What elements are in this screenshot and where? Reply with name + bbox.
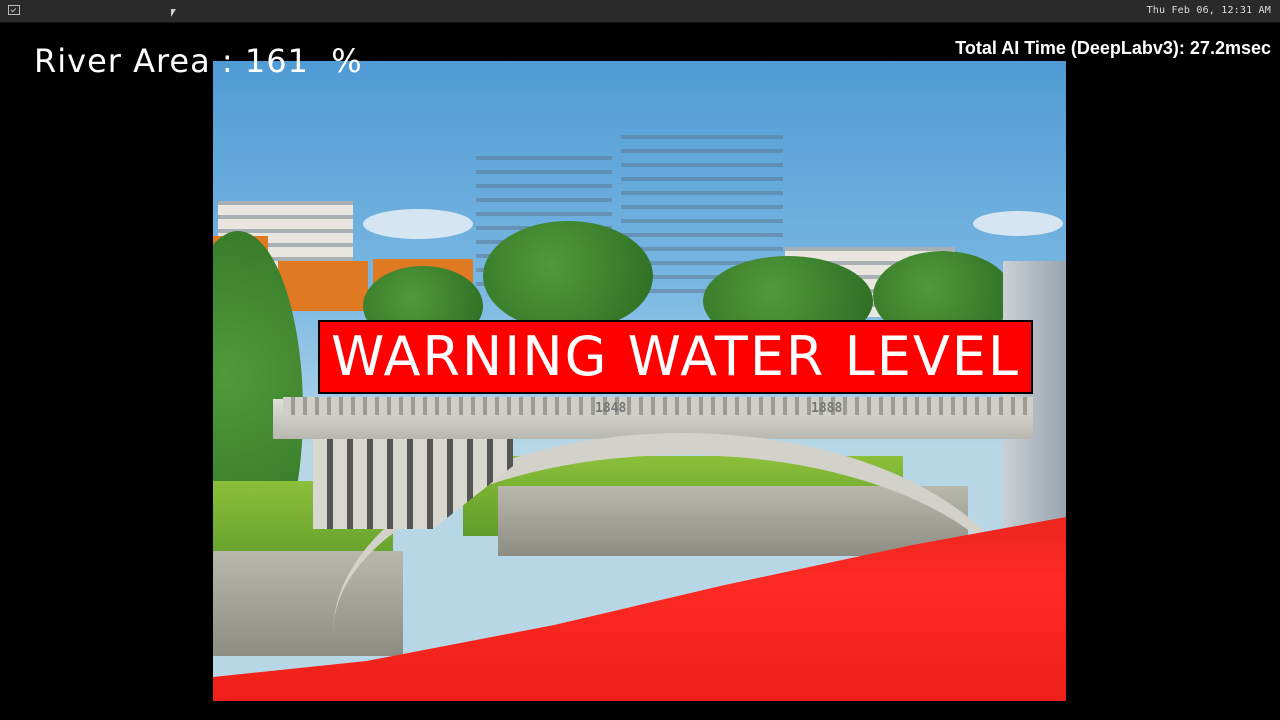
bridge-year: 1848 bbox=[595, 401, 627, 416]
top-panel: Thu Feb 06, 12:31 AM bbox=[0, 0, 1280, 23]
cloud bbox=[363, 209, 473, 239]
cursor-icon bbox=[171, 9, 176, 17]
roof bbox=[278, 261, 368, 311]
river-area-readout: River Area : 161 % bbox=[34, 42, 363, 80]
clock[interactable]: Thu Feb 06, 12:31 AM bbox=[1147, 5, 1271, 16]
terminal-icon[interactable] bbox=[8, 5, 20, 15]
bridge-railing bbox=[283, 397, 1033, 415]
ai-time-readout: Total AI Time (DeepLabv3): 27.2msec bbox=[955, 38, 1271, 58]
water-level-warning-banner: WARNING WATER LEVEL bbox=[318, 320, 1033, 394]
bridge-year: 1888 bbox=[811, 401, 843, 416]
cloud bbox=[973, 211, 1063, 236]
tree bbox=[483, 221, 653, 331]
